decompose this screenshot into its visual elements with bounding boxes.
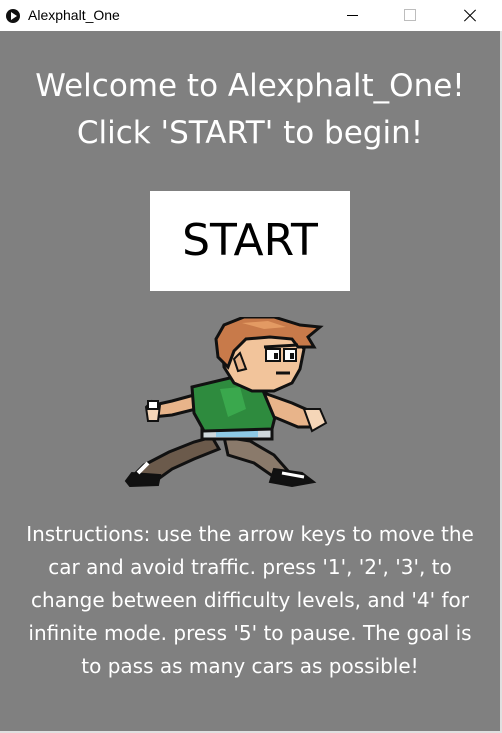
- close-button[interactable]: [446, 0, 492, 31]
- app-icon: [6, 9, 20, 23]
- start-button[interactable]: START: [150, 191, 350, 291]
- instructions-text: Instructions: use the arrow keys to move…: [26, 522, 474, 678]
- welcome-line-1: Welcome to Alexphalt_One!: [35, 68, 465, 104]
- welcome-line-2: Click 'START' to begin!: [76, 115, 424, 151]
- minimize-button[interactable]: [330, 0, 376, 31]
- running-character-sprite: [124, 317, 328, 487]
- window-titlebar[interactable]: Alexphalt_One: [0, 0, 502, 31]
- welcome-text: Welcome to Alexphalt_One! Click 'START' …: [0, 63, 500, 157]
- game-canvas[interactable]: Welcome to Alexphalt_One! Click 'START' …: [0, 31, 502, 733]
- maximize-button[interactable]: [386, 0, 432, 31]
- window-title: Alexphalt_One: [28, 7, 120, 23]
